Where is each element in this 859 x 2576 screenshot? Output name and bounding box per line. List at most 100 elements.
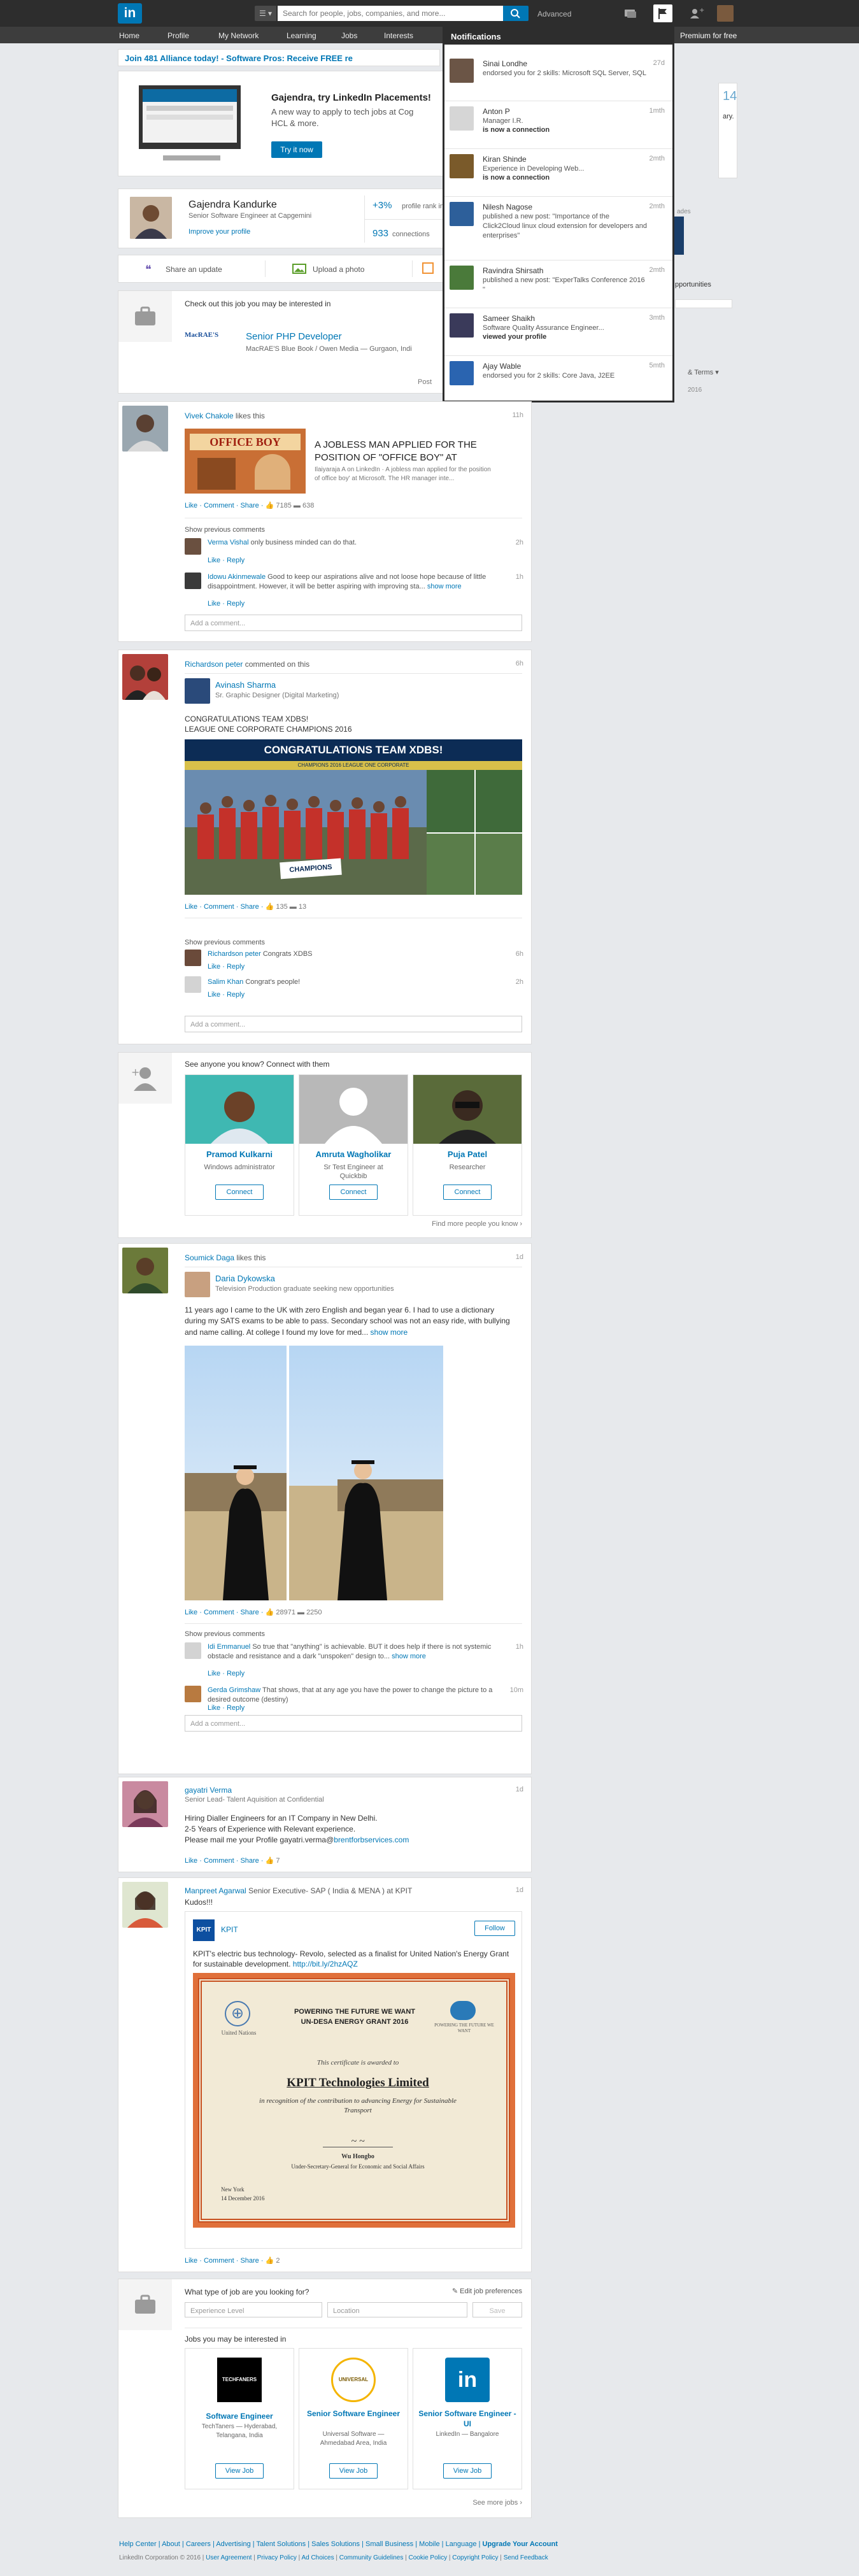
like-button[interactable]: Like — [185, 1609, 197, 1616]
actor-avatar[interactable] — [122, 1248, 168, 1293]
likes-count[interactable]: 7185 — [276, 502, 291, 509]
footer-link[interactable]: Mobile — [419, 2540, 439, 2548]
nav-my-network[interactable]: My Network — [218, 31, 259, 41]
commenter-name[interactable]: Idowu Akinmewale — [208, 573, 266, 581]
footer-link[interactable]: User Agreement — [206, 2554, 252, 2561]
comment-button[interactable]: Comment — [204, 903, 234, 911]
upgrade-account-link[interactable]: Upgrade Your Account — [483, 2540, 558, 2548]
add-comment-input[interactable]: Add a comment... — [185, 615, 522, 631]
comment-reply[interactable]: Reply — [227, 557, 245, 564]
likes-count[interactable]: 28971 — [276, 1609, 295, 1616]
commenter-name[interactable]: Verma Vishal — [208, 539, 249, 546]
footer-link[interactable]: Copyright Policy — [452, 2554, 498, 2561]
person-card[interactable]: Puja Patel Researcher Connect — [413, 1074, 522, 1216]
footer-link[interactable]: Ad Choices — [301, 2554, 334, 2561]
email-link[interactable]: brentforbservices.com — [334, 1835, 409, 1844]
comment-like[interactable]: Like — [208, 963, 220, 971]
person-name[interactable]: Pramod Kulkarni — [185, 1149, 294, 1160]
profile-photo[interactable] — [130, 197, 172, 239]
shared-title[interactable]: A JOBLESS MAN APPLIED FOR THE POSITION O… — [315, 439, 499, 465]
try-it-now-button[interactable]: Try it now — [271, 141, 322, 158]
comment-reply[interactable]: Reply — [227, 963, 245, 971]
comment-like[interactable]: Like — [208, 1704, 220, 1712]
likes-count[interactable]: 2 — [276, 2257, 280, 2265]
show-more-link[interactable]: show more — [392, 1653, 426, 1660]
avatar[interactable] — [185, 976, 201, 993]
footer-link[interactable]: Community Guidelines — [339, 2554, 404, 2561]
notification-item[interactable]: Ravindra Shirsath 2mth published a new p… — [444, 260, 672, 308]
add-comment-input[interactable]: Add a comment... — [185, 1016, 522, 1032]
add-connections-button[interactable]: + — [686, 4, 706, 22]
comment-button[interactable]: Comment — [204, 502, 234, 509]
comment-like[interactable]: Like — [208, 600, 220, 608]
promo-banner[interactable]: Join 481 Alliance today! - Software Pros… — [118, 49, 440, 66]
likes-count[interactable]: 7 — [276, 1857, 280, 1865]
actor-name[interactable]: Vivek Chakole — [185, 411, 234, 420]
view-job-button[interactable]: View Job — [215, 2463, 264, 2479]
company-logo[interactable]: MacRAE'S — [185, 331, 234, 347]
comment-button[interactable]: Comment — [204, 1857, 234, 1865]
commenter-name[interactable]: Richardson peter — [208, 950, 261, 958]
actor-avatar[interactable] — [122, 654, 168, 700]
edit-job-preferences[interactable]: ✎ Edit job preferences — [452, 2287, 522, 2296]
author-avatar[interactable] — [185, 1272, 210, 1297]
footer-link[interactable]: Privacy Policy — [257, 2554, 297, 2561]
actor-name[interactable]: Soumick Daga — [185, 1253, 234, 1262]
notification-item[interactable]: Sinai Londhe 27d endorsed you for 2 skil… — [444, 53, 672, 101]
comment-like[interactable]: Like — [208, 991, 220, 999]
post-image[interactable] — [185, 1346, 443, 1600]
upload-photo-button[interactable]: Upload a photo — [266, 255, 412, 282]
avatar[interactable] — [185, 1686, 201, 1702]
advanced-search-link[interactable]: Advanced — [537, 9, 571, 19]
shared-thumbnail[interactable]: OFFICE BOY — [185, 429, 306, 494]
notification-item[interactable]: Kiran Shinde 2mth Experience in Developi… — [444, 149, 672, 197]
avatar[interactable] — [185, 538, 201, 555]
show-more-link[interactable]: show more — [427, 583, 462, 590]
share-button[interactable]: Share — [240, 2257, 259, 2265]
like-button[interactable]: Like — [185, 502, 197, 509]
job-title[interactable]: Senior Software Engineer - UI — [417, 2409, 518, 2429]
connections-count[interactable]: 933 — [373, 227, 388, 240]
actor-avatar[interactable] — [122, 406, 168, 452]
person-card[interactable]: Pramod Kulkarni Windows administrator Co… — [185, 1074, 294, 1216]
account-avatar[interactable] — [717, 5, 734, 22]
notifications-button[interactable] — [653, 4, 672, 22]
notification-item[interactable]: Sameer Shaikh 3mth Software Quality Assu… — [444, 308, 672, 356]
avatar[interactable] — [185, 573, 201, 589]
author-avatar[interactable] — [185, 678, 210, 704]
notification-item[interactable]: Anton P 1mth Manager I.R. is now a conne… — [444, 101, 672, 149]
terms-link[interactable]: & Terms ▾ — [688, 368, 719, 378]
author-name[interactable]: Avinash Sharma — [215, 680, 276, 691]
footer-link[interactable]: About — [162, 2540, 180, 2548]
like-button[interactable]: Like — [185, 1857, 197, 1865]
nav-learning[interactable]: Learning — [287, 31, 316, 41]
post-image[interactable]: CONGRATULATIONS TEAM XDBS! CHAMPIONS 201… — [185, 739, 522, 895]
search-input[interactable] — [278, 6, 503, 21]
notification-item[interactable]: Ajay Wable 5mth endorsed you for 2 skill… — [444, 356, 672, 401]
avatar[interactable] — [185, 950, 201, 966]
footer-link[interactable]: Talent Solutions — [257, 2540, 306, 2548]
footer-link[interactable]: Small Business — [366, 2540, 413, 2548]
share-button[interactable]: Share — [240, 502, 259, 509]
share-button[interactable]: Share — [240, 1609, 259, 1616]
footer-link[interactable]: Careers — [186, 2540, 211, 2548]
find-more-people-link[interactable]: Find more people you know › — [432, 1220, 522, 1229]
experience-level-select[interactable]: Experience Level — [185, 2302, 322, 2317]
footer-link[interactable]: Language — [446, 2540, 477, 2548]
view-job-button[interactable]: View Job — [329, 2463, 378, 2479]
show-previous-comments[interactable]: Show previous comments — [185, 1630, 265, 1639]
share-button[interactable]: Share — [240, 1857, 259, 1865]
write-article-icon[interactable] — [422, 262, 434, 274]
comment-reply[interactable]: Reply — [227, 991, 245, 999]
notification-item[interactable]: Nilesh Nagose 2mth published a new post:… — [444, 197, 672, 260]
nav-jobs[interactable]: Jobs — [341, 31, 357, 41]
like-button[interactable]: Like — [185, 2257, 197, 2265]
likes-count[interactable]: 135 — [276, 903, 287, 911]
job-title-link[interactable]: Senior PHP Developer — [246, 331, 342, 343]
share-button[interactable]: Share — [240, 903, 259, 911]
nav-interests[interactable]: Interests — [384, 31, 413, 41]
search-button[interactable] — [503, 6, 529, 21]
footer-link[interactable]: Help Center — [119, 2540, 157, 2548]
avatar[interactable] — [185, 1642, 201, 1659]
comments-count[interactable]: 13 — [299, 903, 306, 911]
